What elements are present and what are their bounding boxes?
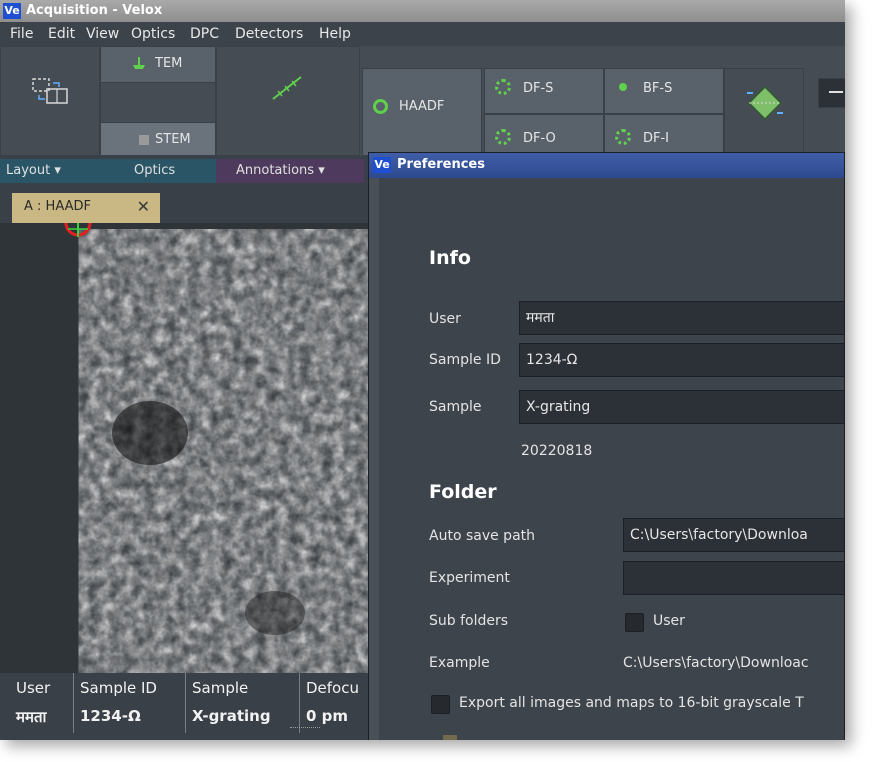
sample-id-label: Sample ID	[429, 352, 501, 368]
sub-folders-label: Sub folders	[429, 613, 509, 629]
preferences-title: Preferences	[397, 157, 485, 172]
status-sample-header: Sample	[192, 679, 249, 697]
sample-label: Sample	[429, 399, 482, 415]
user-label: User	[429, 311, 461, 327]
layout-button[interactable]	[0, 46, 100, 156]
window-title: Acquisition - Velox	[26, 3, 163, 18]
stem-button[interactable]: STEM	[100, 122, 216, 156]
sample-date: 20220818	[521, 443, 593, 459]
haadf-button[interactable]: HAADF	[362, 68, 482, 156]
export-16bit-checkbox[interactable]	[431, 695, 450, 714]
status-user-header: User	[16, 679, 51, 697]
haadf-label: HAADF	[399, 99, 445, 114]
menu-edit[interactable]: Edit	[48, 26, 75, 42]
df-o-icon	[495, 129, 511, 145]
optics-group-tab[interactable]: Optics	[100, 159, 216, 183]
crosshair-marker-icon[interactable]	[64, 223, 92, 241]
window-titlebar[interactable]: Ve Acquisition - Velox	[0, 0, 845, 22]
menu-bar: File Edit View Optics DPC Detectors Help	[0, 22, 845, 46]
status-sample-value: X-grating	[192, 707, 271, 725]
annotations-button[interactable]	[216, 46, 360, 156]
app-logo-icon: Ve	[3, 3, 21, 19]
annotations-group-tab[interactable]: Annotations ▾	[216, 159, 364, 183]
example-path: C:\Users\factory\Downloac	[623, 655, 809, 671]
folder-heading: Folder	[429, 481, 497, 503]
stem-label: STEM	[155, 132, 191, 147]
minus-button[interactable]	[818, 78, 845, 108]
df-o-label: DF-O	[523, 131, 556, 146]
acquisition-window: Ve Acquisition - Velox File Edit View Op…	[0, 0, 845, 740]
next-checkbox-partial[interactable]	[443, 735, 457, 740]
alignment-button[interactable]	[724, 68, 804, 156]
preferences-titlebar[interactable]: Ve Preferences	[369, 153, 844, 178]
document-tab-haadf[interactable]: A : HAADF ✕	[12, 193, 160, 223]
status-defocus-value: 0 pm	[306, 707, 349, 725]
preferences-logo-icon: Ve	[373, 157, 391, 173]
df-i-button[interactable]: DF-I	[604, 114, 724, 156]
experiment-field[interactable]	[623, 561, 844, 595]
status-user: User ममता	[10, 673, 74, 733]
example-label: Example	[429, 655, 490, 671]
document-tab-label: A : HAADF	[24, 199, 91, 214]
bf-s-icon	[619, 83, 627, 91]
tem-label: TEM	[155, 56, 183, 71]
tem-icon	[133, 57, 145, 69]
df-i-label: DF-I	[643, 131, 670, 146]
ruler-icon	[272, 76, 302, 100]
menu-help[interactable]: Help	[319, 26, 351, 42]
status-sample-id-value: 1234-Ω	[80, 707, 141, 725]
status-defocus-header: Defocu	[306, 679, 359, 697]
export-16bit-label: Export all images and maps to 16-bit gra…	[459, 695, 804, 711]
status-sample: Sample X-grating	[186, 673, 300, 733]
haadf-ring-icon	[373, 99, 388, 114]
menu-detectors[interactable]: Detectors	[235, 26, 303, 42]
bf-s-button[interactable]: BF-S	[604, 68, 724, 114]
df-i-icon	[615, 129, 631, 145]
sample-id-field[interactable]: 1234-Ω	[519, 343, 844, 377]
status-defocus: Defocu 0 pm	[300, 673, 370, 733]
dialog-left-border	[369, 178, 379, 740]
menu-file[interactable]: File	[10, 26, 33, 42]
ribbon-toolbar: TEM STEM HAADF DF-S BF-S DF-O DF-I	[0, 46, 845, 156]
sub-folders-user-label: User	[653, 613, 685, 629]
df-s-icon	[495, 79, 511, 95]
close-icon[interactable]: ✕	[137, 193, 150, 221]
layout-group-tab[interactable]: Layout ▾	[0, 159, 100, 183]
menu-dpc[interactable]: DPC	[190, 26, 219, 42]
bf-s-label: BF-S	[643, 81, 673, 96]
image-viewport[interactable]	[0, 223, 370, 673]
status-sample-id-header: Sample ID	[80, 679, 157, 697]
metadata-status-bar: User ममता Sample ID 1234-Ω Sample X-grat…	[10, 673, 370, 733]
sample-field[interactable]: X-grating	[519, 390, 844, 424]
haadf-image	[0, 223, 370, 673]
stem-icon	[139, 135, 149, 145]
experiment-label: Experiment	[429, 570, 510, 586]
resize-grip[interactable]	[290, 727, 320, 730]
auto-save-path-field[interactable]: C:\Users\factory\Downloa	[623, 518, 844, 552]
alignment-icon	[747, 85, 783, 121]
df-o-button[interactable]: DF-O	[484, 114, 604, 156]
status-sample-id: Sample ID 1234-Ω	[74, 673, 186, 733]
sub-folders-user-checkbox[interactable]	[625, 613, 644, 632]
preferences-dialog: Ve Preferences Info User ममता Sample ID …	[368, 152, 845, 740]
layout-icon	[32, 78, 68, 104]
status-user-value: ममता	[16, 708, 47, 726]
menu-optics[interactable]: Optics	[131, 26, 175, 42]
tem-button[interactable]: TEM	[100, 46, 216, 83]
user-field[interactable]: ममता	[519, 301, 844, 335]
auto-save-path-label: Auto save path	[429, 528, 536, 544]
minus-icon	[829, 91, 843, 93]
menu-view[interactable]: View	[86, 26, 119, 42]
df-s-label: DF-S	[523, 81, 554, 96]
document-tab-bar: A : HAADF ✕	[0, 183, 370, 223]
df-s-button[interactable]: DF-S	[484, 68, 604, 114]
info-heading: Info	[429, 247, 471, 269]
ribbon-group-tabs: Layout ▾ Optics Annotations ▾	[0, 159, 370, 183]
